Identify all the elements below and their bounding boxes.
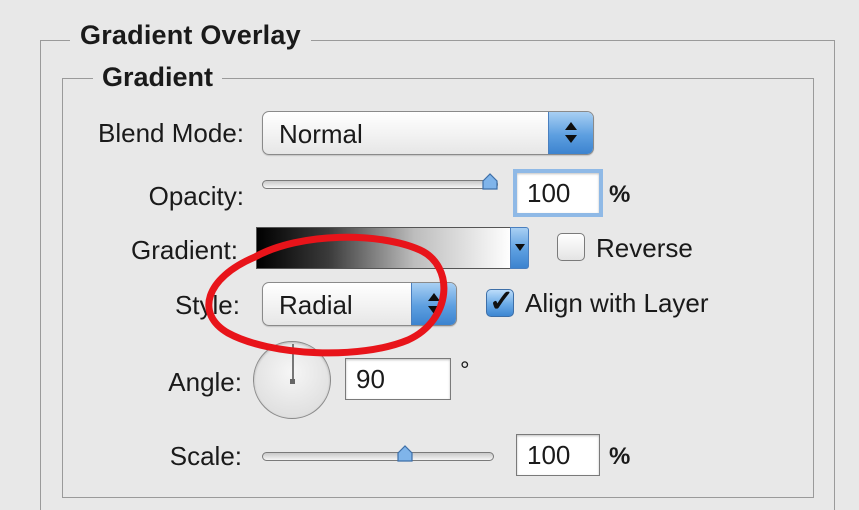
scale-label: Scale: xyxy=(169,441,242,471)
gradient-preview-swatch[interactable] xyxy=(256,227,512,269)
align-with-layer-label: Align with Layer xyxy=(525,288,709,318)
reverse-label: Reverse xyxy=(596,233,693,263)
style-select[interactable]: Radial xyxy=(262,282,457,326)
gradient-overlay-dialog: Gradient Overlay Gradient Blend Mode: No… xyxy=(0,0,859,510)
checkmark-icon: ✓ xyxy=(489,285,515,318)
scale-slider-thumb[interactable] xyxy=(396,445,414,463)
degree-unit: ° xyxy=(460,357,470,384)
opacity-slider-track[interactable] xyxy=(262,180,498,189)
angle-label: Angle: xyxy=(168,367,242,397)
align-with-layer-checkbox[interactable]: ✓ xyxy=(486,285,514,318)
select-arrows-icon xyxy=(548,112,593,154)
opacity-input[interactable]: 100 xyxy=(513,169,603,217)
blend-mode-select[interactable]: Normal xyxy=(262,111,594,155)
reverse-checkbox[interactable] xyxy=(557,233,585,261)
select-arrows-icon xyxy=(411,283,456,325)
scale-input[interactable]: 100 xyxy=(516,434,600,476)
gradient-overlay-title: Gradient Overlay xyxy=(70,20,311,51)
blend-mode-value: Normal xyxy=(279,119,363,149)
angle-center xyxy=(290,379,295,384)
chevron-down-icon xyxy=(515,244,525,251)
style-value: Radial xyxy=(279,290,353,320)
angle-input[interactable]: 90 xyxy=(345,358,451,400)
scale-slider-track[interactable] xyxy=(262,452,494,461)
gradient-picker-dropdown[interactable] xyxy=(510,227,529,269)
opacity-label: Opacity: xyxy=(148,181,244,211)
scale-unit: % xyxy=(609,443,631,470)
style-label: Style: xyxy=(174,290,240,320)
opacity-unit: % xyxy=(609,181,631,208)
gradient-section-title: Gradient xyxy=(93,62,223,93)
angle-needle xyxy=(292,344,294,381)
blend-mode-label: Blend Mode: xyxy=(98,118,244,148)
angle-dial[interactable] xyxy=(253,341,331,419)
opacity-slider-thumb[interactable] xyxy=(481,173,499,191)
gradient-label: Gradient: xyxy=(131,235,238,265)
